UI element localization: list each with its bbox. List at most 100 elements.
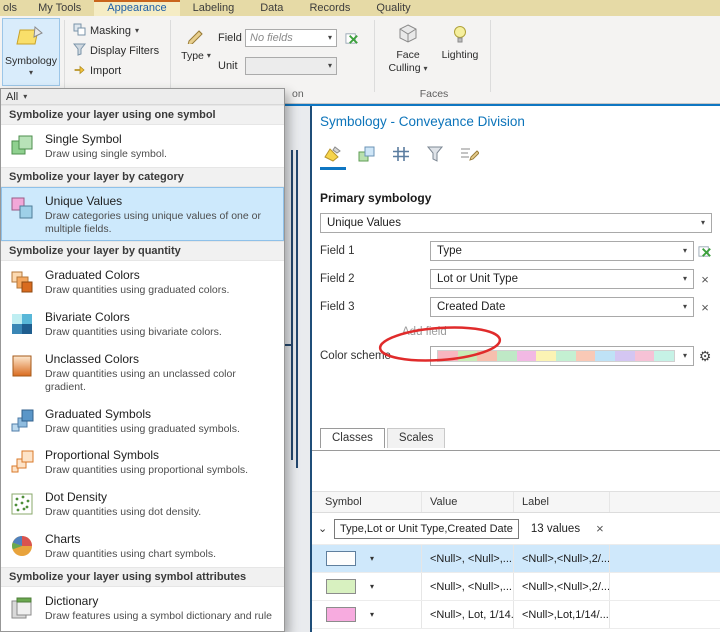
field-label: Field — [218, 32, 242, 44]
table-row[interactable]: ▾ <Null>, <Null>,... <Null>,<Null>,2/... — [312, 545, 720, 573]
tab-data[interactable]: Data — [247, 0, 296, 16]
tab-classes[interactable]: Classes — [320, 428, 385, 448]
ribbon-separator — [374, 20, 375, 92]
map-view-strip: Symbology - Conveyance Division Primary … — [285, 104, 720, 632]
close-icon[interactable]: × — [596, 521, 604, 536]
face-culling-button[interactable]: Face Culling ▾ — [384, 18, 432, 92]
gallery-item-single-symbol[interactable]: Single Symbol Draw using single symbol. — [1, 125, 284, 167]
symbology-button[interactable]: Symbology ▾ — [2, 18, 60, 86]
classes-table: Symbol Value Label ⌄ Type,Lot or Unit Ty… — [312, 450, 720, 632]
map-feature-line — [291, 150, 293, 460]
row-value: <Null>, <Null>,... — [422, 573, 514, 600]
gallery-item-unclassed-colors[interactable]: Unclassed Colors Draw quantities using a… — [1, 345, 284, 400]
symbology-icon-tabs — [320, 141, 720, 171]
gallery-item-graduated-symbols[interactable]: Graduated Symbols Draw quantities using … — [1, 400, 284, 442]
ribbon-separator — [490, 20, 491, 92]
chevron-down-icon: ▾ — [206, 51, 211, 60]
dictionary-icon — [9, 595, 35, 621]
group-header-row: ⌄ Type,Lot or Unit Type,Created Date 13 … — [312, 513, 720, 545]
chevron-down-icon: ▾ — [682, 302, 687, 311]
chevron-down-icon: ▾ — [682, 351, 687, 360]
funnel-icon — [426, 146, 444, 162]
expression-button[interactable] — [343, 29, 361, 47]
tab-filter[interactable] — [422, 141, 448, 170]
color-scheme-select[interactable]: ▾ — [430, 346, 694, 366]
ribbon-separator — [170, 20, 171, 92]
chevron-down-icon[interactable]: ▾ — [370, 554, 374, 563]
gallery-item-proportional-symbols[interactable]: Proportional Symbols Draw quantities usi… — [1, 441, 284, 483]
tab-vary-symbology[interactable] — [354, 141, 380, 170]
gear-icon[interactable]: ⚙ — [694, 348, 716, 365]
lighting-button[interactable]: Lighting — [436, 18, 484, 92]
graduated-symbols-icon — [9, 408, 35, 434]
color-scheme-row: Color scheme ▾ ⚙ — [320, 346, 716, 366]
tab-quality[interactable]: Quality — [363, 0, 423, 16]
field3-select[interactable]: Created Date ▾ — [430, 297, 694, 317]
ribbon-separator — [64, 20, 65, 92]
field-combo[interactable]: No fields ▾ — [245, 29, 337, 47]
gallery-item-dictionary[interactable]: Dictionary Draw features using a symbol … — [1, 587, 284, 629]
unit-label: Unit — [218, 60, 238, 72]
symbol-swatch[interactable] — [326, 579, 356, 594]
field2-select[interactable]: Lot or Unit Type ▾ — [430, 269, 694, 289]
chevron-down-icon: ▾ — [700, 218, 705, 227]
chevron-down-icon: ▾ — [682, 274, 687, 283]
section-header: Symbolize your layer using symbol attrib… — [1, 566, 284, 587]
map-feature-line — [296, 150, 298, 468]
row-value: <Null>, <Null>,... — [422, 545, 514, 572]
symbology-gallery-dropdown: All ▾ Symbolize your layer using one sym… — [0, 88, 285, 632]
symbol-swatch[interactable] — [326, 551, 356, 566]
symbol-swatch[interactable] — [326, 607, 356, 622]
graduated-colors-icon — [9, 269, 35, 295]
expression-x-icon — [697, 245, 711, 257]
gallery-item-unique-values[interactable]: Unique Values Draw categories using uniq… — [1, 186, 284, 242]
tab-my-tools[interactable]: My Tools — [25, 0, 94, 16]
gallery-item-dot-density[interactable]: Dot Density Draw quantities using dot de… — [1, 483, 284, 525]
chevron-down-icon[interactable]: ▾ — [370, 582, 374, 591]
tab-symbol-layer-drawing[interactable] — [388, 141, 414, 170]
primary-symbology-select[interactable]: Unique Values ▾ — [320, 213, 712, 233]
field1-expression-button[interactable] — [694, 244, 716, 259]
chevron-down-icon[interactable]: ▾ — [370, 610, 374, 619]
import-button[interactable]: Import — [70, 62, 124, 80]
color-scheme-label: Color scheme — [320, 350, 391, 362]
chevron-down-icon: ▾ — [327, 33, 332, 42]
color-scheme-strip — [437, 350, 675, 362]
column-label: Label — [514, 492, 610, 512]
dot-density-icon — [9, 491, 35, 517]
chevron-down-icon: ▾ — [28, 68, 33, 77]
gallery-item-graduated-colors[interactable]: Graduated Colors Draw quantities using g… — [1, 261, 284, 303]
table-row[interactable]: ▾ <Null>, <Null>,... <Null>,<Null>,2/... — [312, 573, 720, 601]
field2-label: Field 2 — [320, 273, 355, 285]
field2-remove-button[interactable]: × — [694, 272, 716, 287]
chevron-down-icon[interactable]: ⌄ — [318, 522, 332, 535]
tab-records[interactable]: Records — [296, 0, 363, 16]
tab-advanced-symbology[interactable] — [456, 141, 482, 170]
row-label: <Null>,Lot,1/14/... — [514, 601, 610, 628]
field3-label: Field 3 — [320, 301, 355, 313]
chevron-down-icon: ▾ — [134, 26, 139, 35]
field2-row: Field 2 Lot or Unit Type ▾ × — [320, 269, 716, 289]
tab-primary-symbology[interactable] — [320, 141, 346, 170]
type-gallery-button[interactable]: Type ▾ — [178, 22, 214, 84]
unit-combo[interactable]: ▾ — [245, 57, 337, 75]
tab-tools-partial[interactable]: ols — [0, 0, 25, 16]
vary-symbology-icon — [358, 146, 375, 162]
gallery-filter[interactable]: All ▾ — [1, 89, 284, 105]
tab-labeling[interactable]: Labeling — [180, 0, 248, 16]
gallery-item-bivariate-colors[interactable]: Bivariate Colors Draw quantities using b… — [1, 303, 284, 345]
chevron-down-icon: ▾ — [327, 61, 332, 70]
lightbulb-icon — [449, 23, 471, 49]
tab-scales[interactable]: Scales — [386, 428, 446, 448]
field3-remove-button[interactable]: × — [694, 300, 716, 315]
field1-select[interactable]: Type ▾ — [430, 241, 694, 261]
tab-appearance[interactable]: Appearance — [94, 0, 180, 16]
masking-button[interactable]: Masking ▾ — [70, 22, 142, 40]
display-filters-button[interactable]: Display Filters — [70, 42, 162, 60]
chevron-down-icon: ▾ — [682, 246, 687, 255]
table-row[interactable]: ▾ <Null>, Lot, 1/14... <Null>,Lot,1/14/.… — [312, 601, 720, 629]
add-field-button[interactable]: Add field — [402, 326, 720, 338]
group-fields-combo[interactable]: Type,Lot or Unit Type,Created Date — [334, 518, 519, 539]
gallery-item-charts[interactable]: Charts Draw quantities using chart symbo… — [1, 525, 284, 567]
values-count: 13 values — [530, 522, 581, 535]
